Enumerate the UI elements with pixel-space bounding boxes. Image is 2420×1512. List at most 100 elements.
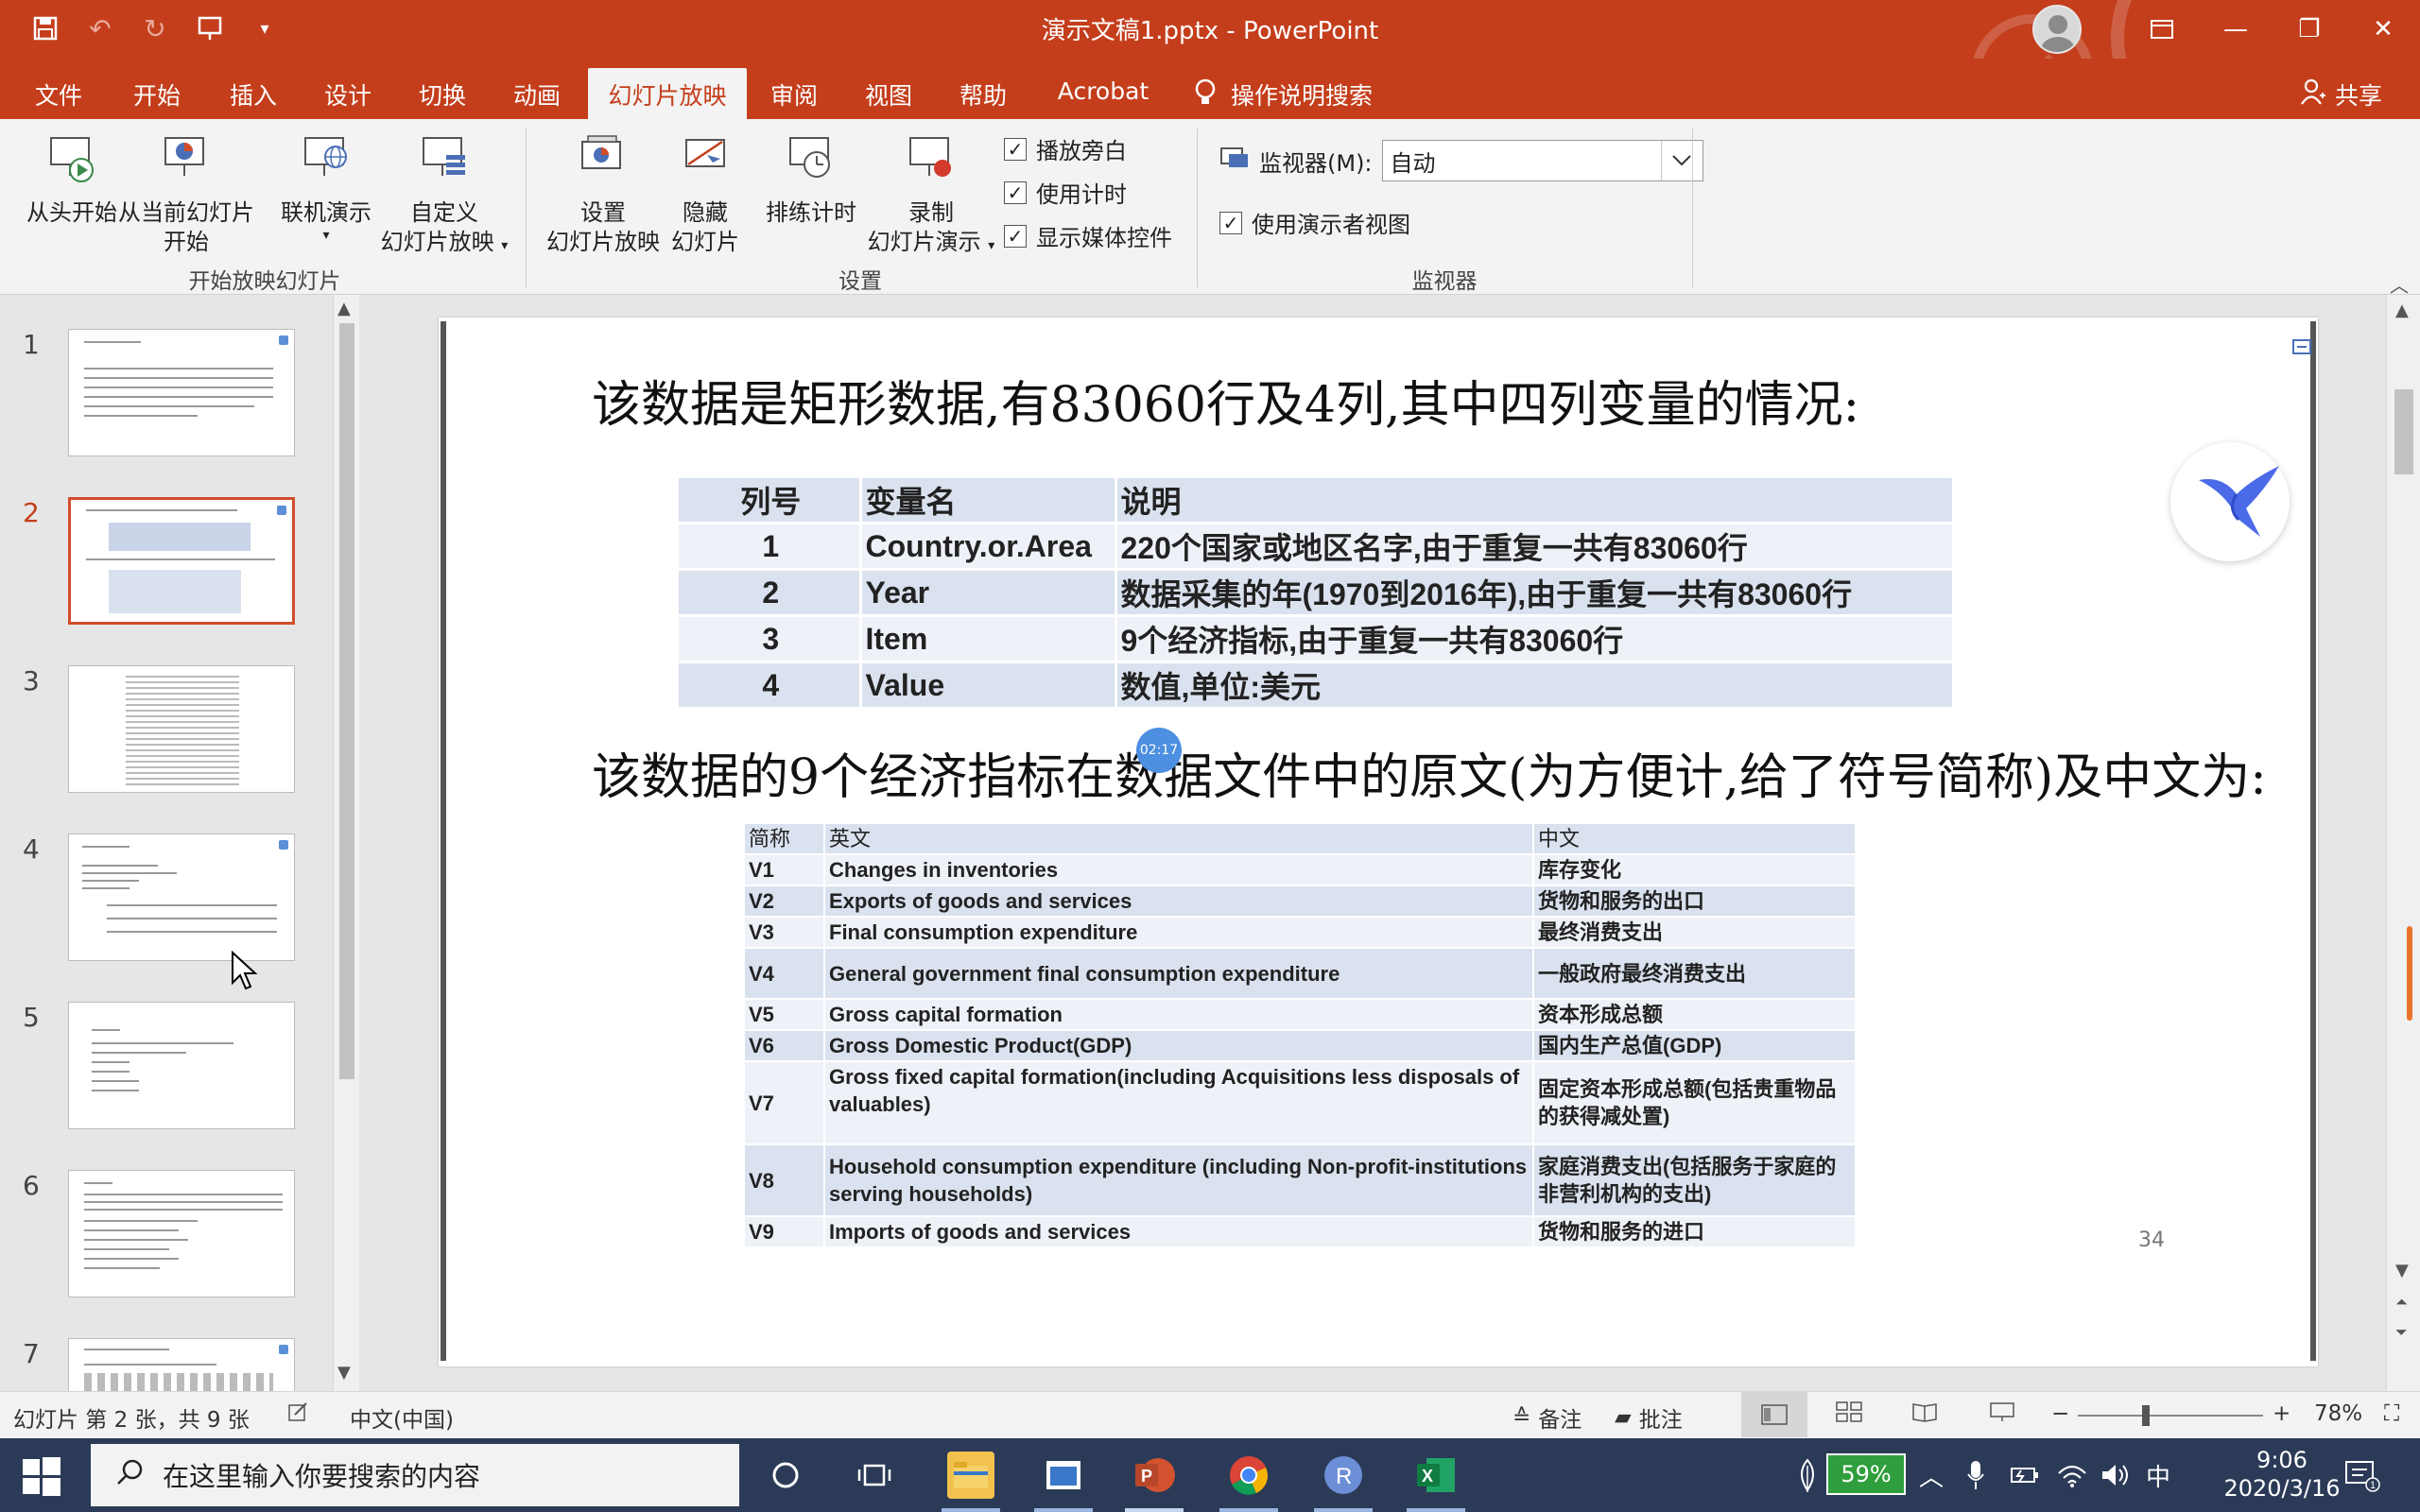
excel-icon[interactable]: X: [1412, 1452, 1460, 1499]
tab-home[interactable]: 开始: [130, 68, 183, 119]
running-indicator: [942, 1508, 1000, 1512]
scroll-down-icon[interactable]: ▼: [2395, 1261, 2409, 1280]
thumbnail-number: 3: [23, 665, 40, 696]
presenter-view-checkbox[interactable]: ✓ 使用演示者视图: [1219, 206, 1410, 239]
thumbnail-scrollbar[interactable]: ▲ ▼: [333, 295, 359, 1391]
ribbon-display-options-icon[interactable]: [2125, 0, 2199, 59]
tab-animations[interactable]: 动画: [510, 68, 563, 119]
restore-icon[interactable]: ❐: [2273, 0, 2346, 59]
windows-start-icon[interactable]: [21, 1455, 62, 1497]
volume-icon[interactable]: [2100, 1438, 2131, 1512]
table-header-cell: 列号: [679, 478, 862, 524]
reading-view-button[interactable]: [1911, 1401, 1938, 1422]
chevron-down-icon[interactable]: [1660, 141, 1703, 180]
fit-to-window-icon[interactable]: ⛶: [2384, 1401, 2399, 1426]
input-method-indicator[interactable]: 中: [2146, 1438, 2170, 1512]
fixed-position-icon[interactable]: [2291, 336, 2312, 357]
tab-insert[interactable]: 插入: [227, 68, 280, 119]
tab-help[interactable]: 帮助: [957, 68, 1010, 119]
account-avatar[interactable]: [2032, 5, 2082, 54]
play-narrations-checkbox[interactable]: ✓ 播放旁白: [1004, 132, 1127, 165]
language-indicator[interactable]: 中文(中国): [350, 1401, 454, 1434]
zoom-level[interactable]: 78%: [2314, 1401, 2362, 1426]
zoom-slider-thumb[interactable]: [2142, 1405, 2150, 1426]
r-app-icon[interactable]: R: [1320, 1452, 1367, 1499]
use-timings-checkbox[interactable]: ✓ 使用计时: [1004, 176, 1127, 209]
share-button[interactable]: 共享: [2301, 77, 2382, 112]
table-cell: V8: [745, 1144, 825, 1217]
slideshow-start-icon: [50, 137, 94, 182]
tab-view[interactable]: 视图: [862, 68, 915, 119]
normal-view-button[interactable]: [1741, 1392, 1807, 1437]
microphone-icon[interactable]: [1966, 1438, 1985, 1512]
scrollbar-thumb[interactable]: [339, 323, 354, 1079]
record-slideshow-button[interactable]: 录制 幻灯片演示 ▾: [860, 132, 1002, 261]
setup-slideshow-button[interactable]: 设置 幻灯片放映: [544, 132, 662, 257]
tab-design[interactable]: 设计: [321, 68, 374, 119]
slideshow-view-button[interactable]: [1989, 1401, 2015, 1422]
tab-acrobat[interactable]: Acrobat: [1051, 68, 1155, 119]
slide-heading-1: 该数据是矩形数据,有83060行及4列,其中四列变量的情况:: [592, 377, 1860, 434]
chrome-icon[interactable]: [1225, 1452, 1272, 1499]
minimize-icon[interactable]: —: [2199, 0, 2273, 59]
custom-slideshow-icon: [423, 137, 465, 176]
task-view-icon[interactable]: [851, 1452, 898, 1499]
present-online-button[interactable]: 联机演示 ▾: [274, 132, 378, 243]
custom-slideshow-label-2: 幻灯片放映: [380, 229, 494, 255]
timer-badge[interactable]: 02:17: [1136, 728, 1182, 773]
notes-button[interactable]: ≙ 备注: [1512, 1401, 1582, 1434]
table-cell: 1: [679, 523, 862, 571]
comments-button[interactable]: ▰ 批注: [1615, 1401, 1683, 1434]
variables-table: 列号 变量名 说明 1 Country.or.Area 220个国家或地区名字,…: [679, 478, 1955, 710]
battery-indicator[interactable]: 59%: [1826, 1453, 1906, 1495]
next-slide-icon[interactable]: ⏷: [2395, 1323, 2408, 1342]
svg-text:P: P: [1141, 1467, 1152, 1486]
tab-review[interactable]: 审阅: [768, 68, 821, 119]
tab-slideshow[interactable]: 幻灯片放映: [588, 68, 747, 119]
taskbar-search-input[interactable]: 在这里输入你要搜索的内容: [91, 1444, 739, 1506]
rehearse-timings-button[interactable]: 排练计时: [762, 132, 860, 228]
slideshow-current-icon: [164, 137, 204, 176]
powerpoint-icon[interactable]: P: [1131, 1452, 1178, 1499]
from-beginning-button[interactable]: 从头开始: [13, 132, 130, 228]
spelling-icon[interactable]: [287, 1401, 310, 1422]
zoom-slider[interactable]: [2078, 1415, 2263, 1417]
custom-slideshow-button[interactable]: 自定义 幻灯片放映 ▾: [376, 132, 512, 261]
setup-slideshow-icon: [581, 135, 621, 169]
power-icon[interactable]: [2010, 1438, 2040, 1512]
zoom-in-button[interactable]: +: [2273, 1401, 2290, 1426]
floating-assistant[interactable]: [2170, 442, 2290, 561]
tell-me-search[interactable]: 操作说明搜索: [1193, 68, 1373, 119]
table-cell: Final consumption expenditure: [824, 917, 1534, 949]
table-cell: Exports of goods and services: [824, 885, 1534, 918]
scroll-up-icon[interactable]: ▲: [2395, 301, 2409, 320]
show-media-controls-checkbox[interactable]: ✓ 显示媒体控件: [1004, 219, 1172, 252]
slide-sorter-view-button[interactable]: [1836, 1401, 1862, 1422]
monitor-dropdown[interactable]: 自动: [1381, 140, 1703, 181]
tab-transitions[interactable]: 切换: [416, 68, 469, 119]
zoom-out-button[interactable]: −: [2051, 1401, 2069, 1426]
scrollbar-thumb[interactable]: [2394, 389, 2413, 474]
from-current-button[interactable]: 从当前幻灯片 开始: [115, 132, 257, 257]
show-hidden-icons[interactable]: ︿: [1919, 1438, 1944, 1512]
thumbnail-preview: [68, 497, 295, 625]
collapse-ribbon-icon[interactable]: ︿: [2390, 270, 2409, 298]
app-window-icon[interactable]: [1040, 1452, 1087, 1499]
scroll-up-icon[interactable]: ▲: [337, 299, 351, 318]
dropdown-arrow-icon: ▾: [501, 238, 509, 253]
scroll-down-icon[interactable]: ▼: [337, 1363, 351, 1383]
slide-border: [441, 321, 446, 1361]
slide-scrollbar[interactable]: ▲ ▼ ⏶ ⏷: [2386, 295, 2420, 1391]
previous-slide-icon[interactable]: ⏶: [2395, 1293, 2408, 1312]
leaf-icon[interactable]: [1794, 1438, 1821, 1512]
use-timings-label: 使用计时: [1036, 181, 1127, 208]
close-icon[interactable]: ✕: [2346, 0, 2420, 59]
wifi-icon[interactable]: [2057, 1438, 2087, 1512]
system-clock[interactable]: 9:06 2020/3/16: [2216, 1446, 2348, 1503]
tab-file[interactable]: 文件: [32, 68, 85, 119]
ribbon: 从头开始 从当前幻灯片 开始 联机演示 ▾ 自定义 幻灯片放映 ▾ 开始放映幻灯…: [0, 119, 2420, 298]
cortana-icon[interactable]: [762, 1452, 809, 1499]
hide-slide-button[interactable]: 隐藏 幻灯片: [667, 132, 743, 257]
notification-center-icon[interactable]: 1: [2342, 1438, 2380, 1512]
file-explorer-icon[interactable]: [947, 1452, 994, 1499]
